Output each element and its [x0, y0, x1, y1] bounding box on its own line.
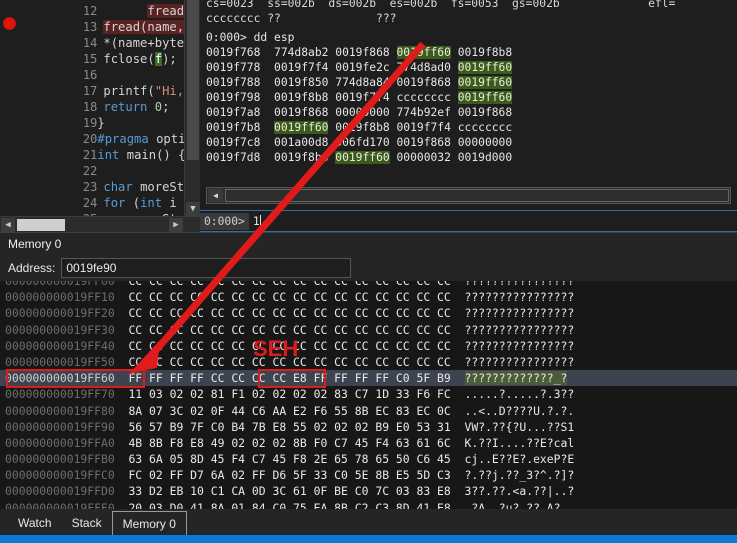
- tab-watch[interactable]: Watch: [8, 511, 62, 535]
- memory-row[interactable]: 000000000019FFA0 4B 8B F8 E8 49 02 02 02…: [0, 435, 737, 451]
- dump-row: 0019f778 0019f7f4 0019fe2c 774d8ad0 0019…: [206, 61, 513, 74]
- top-region: 12 fread(name, 13fread(name, 14*(name+by…: [0, 0, 737, 232]
- code-line: 20#pragma optimiz: [0, 115, 184, 146]
- memory-row[interactable]: 000000000019FF30 CC CC CC CC CC CC CC CC…: [0, 322, 737, 338]
- dump-row: 0019f768 774d8ab2 0019f868 0019ff60 0019…: [206, 46, 513, 59]
- status-bar: [0, 535, 737, 543]
- code-line: 19}: [0, 99, 184, 130]
- memory-panel: Memory 0 Address: 000000000019FF00 CC CC…: [0, 232, 737, 522]
- memory-address-input[interactable]: [61, 258, 352, 278]
- memory-row[interactable]: 000000000019FFC0 FC 02 FF D7 6A 02 FF D6…: [0, 467, 737, 483]
- memory-row-selected[interactable]: 000000000019FF60 FF FF FF FF CC CC CC CC…: [0, 370, 737, 387]
- command-echo: 0:000> dd esp: [206, 31, 295, 44]
- memory-row[interactable]: 000000000019FF90 56 57 B9 7F C0 B4 7B E8…: [0, 419, 737, 435]
- code-line: 18 return 0;: [0, 83, 184, 114]
- memory-row[interactable]: 000000000019FF70 11 03 02 02 81 F1 02 02…: [0, 386, 737, 402]
- triangle-left-icon[interactable]: ◀: [1, 218, 15, 232]
- code-line: 25 moreSta: [0, 195, 184, 216]
- address-label: Address:: [8, 261, 56, 275]
- code-line: 16: [0, 51, 184, 82]
- register-line-2: cccccccc ?? ???: [206, 12, 397, 25]
- highlighted-value: 0019ff60: [457, 91, 513, 104]
- dump-row: 0019f7a8 0019f868 00000000 774b92ef 0019…: [206, 106, 513, 119]
- debugger-hscroll-thumb[interactable]: [225, 189, 729, 202]
- memory-hex-dump[interactable]: 000000000019FF00 CC CC CC CC CC CC CC CC…: [0, 281, 737, 522]
- command-prompt-label: 0:000>: [200, 212, 249, 230]
- editor-vertical-scrollbar[interactable]: ▼: [184, 0, 200, 216]
- command-input[interactable]: 1: [249, 214, 261, 228]
- bottom-tab-bar: Watch Stack Memory 0: [0, 509, 737, 535]
- tab-stack[interactable]: Stack: [62, 511, 112, 535]
- tab-memory-0[interactable]: Memory 0: [111, 511, 187, 535]
- debugger-horizontal-scrollbar[interactable]: ◀: [206, 187, 731, 204]
- memory-row[interactable]: 000000000019FFD0 33 D2 EB 10 C1 CA 0D 3C…: [0, 483, 737, 499]
- memory-row[interactable]: 000000000019FF40 CC CC CC CC CC CC CC CC…: [0, 338, 737, 354]
- triangle-down-icon[interactable]: ▼: [186, 202, 200, 216]
- dump-row: 0019f7d8 0019f8b8 0019ff60 00000032 0019…: [206, 151, 513, 164]
- editor-hscroll-thumb[interactable]: [17, 219, 65, 231]
- dump-row: 0019f788 0019f850 774d8a84 0019f868 0019…: [206, 76, 513, 89]
- code-line: 23 char moreSt: [0, 163, 184, 194]
- memory-row[interactable]: 000000000019FF50 CC CC CC CC CC CC CC CC…: [0, 354, 737, 370]
- triangle-left-icon[interactable]: ◀: [208, 189, 223, 202]
- dump-row: 0019f798 0019f8b8 0019f7f4 cccccccc 0019…: [206, 91, 513, 104]
- code-line: 17 printf("Hi,: [0, 67, 184, 98]
- code-line: 24 for (int i: [0, 179, 184, 210]
- dump-output: 0:000> dd esp 0019f768 774d8ab2 0019f868…: [200, 30, 737, 178]
- code-line: 21int main() {: [0, 131, 184, 162]
- debugger-output-pane[interactable]: cs=0023 ss=002b ds=002b es=002b fs=0053 …: [200, 0, 737, 232]
- debugger-window: 12 fread(name, 13fread(name, 14*(name+by…: [0, 0, 737, 543]
- highlighted-value: 0019ff60: [457, 61, 513, 74]
- dump-row: 0019f7c8 001a00d8 006fd170 0019f868 0000…: [206, 136, 513, 149]
- code-line: 14 *(name+byte: [0, 19, 184, 50]
- dump-row: 0019f7b8 0019ff60 0019f8b8 0019f7f4 cccc…: [206, 121, 513, 134]
- editor-vscroll-thumb[interactable]: [187, 0, 199, 160]
- code-line: 15 fclose(f);: [0, 35, 184, 66]
- highlighted-value: 0019ff60: [396, 46, 451, 59]
- memory-row[interactable]: 000000000019FF80 8A 07 3C 02 0F 44 C6 AA…: [0, 403, 737, 419]
- ascii-highlight: ?????????????_?: [464, 371, 568, 386]
- code-line: 13 fread(name,: [0, 3, 184, 34]
- memory-row[interactable]: 000000000019FFB0 63 6A 05 8D 45 F4 C7 45…: [0, 451, 737, 467]
- highlighted-value: 0019ff60: [274, 121, 329, 134]
- triangle-right-icon[interactable]: ▶: [169, 218, 183, 232]
- highlighted-value: 0019ff60: [457, 76, 513, 89]
- memory-row[interactable]: 000000000019FF00 CC CC CC CC CC CC CC CC…: [0, 281, 737, 289]
- highlighted-value: 0019ff60: [335, 151, 390, 164]
- memory-row[interactable]: 000000000019FF20 CC CC CC CC CC CC CC CC…: [0, 305, 737, 321]
- register-line-1: cs=0023 ss=002b ds=002b es=002b fs=0053 …: [206, 0, 676, 10]
- code-editor-body[interactable]: 12 fread(name, 13fread(name, 14*(name+by…: [0, 0, 184, 216]
- code-line: 22: [0, 147, 184, 178]
- code-editor-pane[interactable]: 12 fread(name, 13fread(name, 14*(name+by…: [0, 0, 200, 232]
- memory-row[interactable]: 000000000019FF10 CC CC CC CC CC CC CC CC…: [0, 289, 737, 305]
- memory-panel-title: Memory 0: [0, 233, 737, 255]
- memory-address-bar: Address:: [0, 255, 737, 281]
- text-caret: [259, 214, 261, 227]
- editor-horizontal-scrollbar[interactable]: ◀ ▶: [0, 216, 200, 232]
- command-input-bar[interactable]: 0:000> 1: [200, 210, 737, 232]
